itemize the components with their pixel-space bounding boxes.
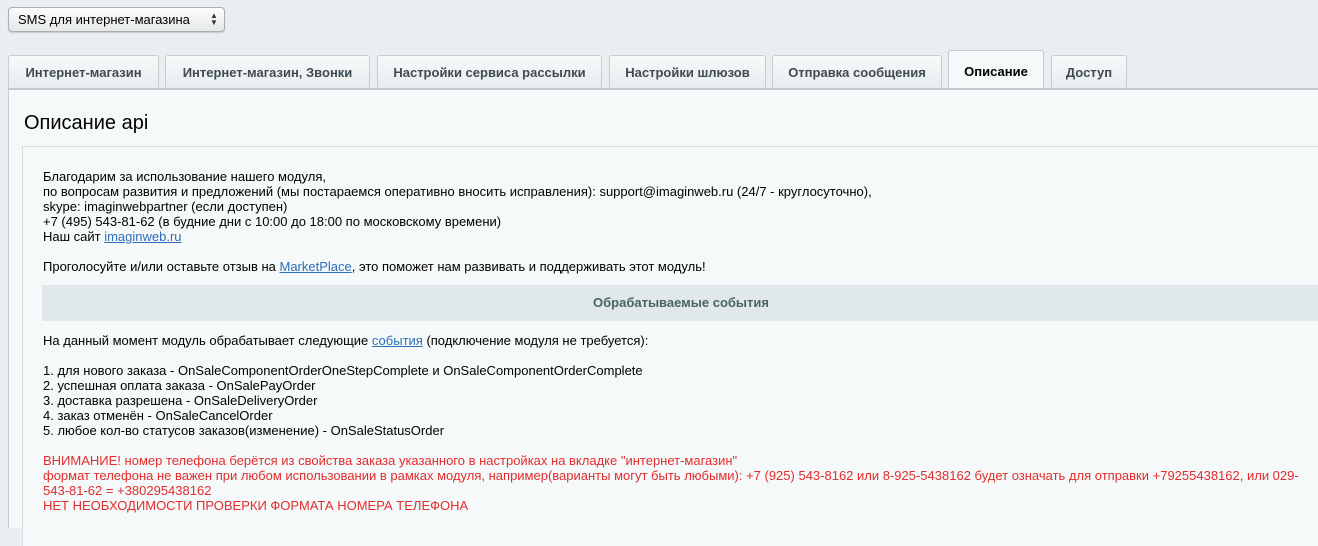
- event-item: 1. для нового заказа - OnSaleComponentOr…: [43, 363, 643, 378]
- intro-line-4: +7 (495) 543-81-62 (в будние дни с 10:00…: [43, 214, 502, 229]
- tab-access[interactable]: Доступ: [1051, 55, 1127, 88]
- event-item: 4. заказ отменён - OnSaleCancelOrder: [43, 408, 273, 423]
- module-select[interactable]: SMS для интернет-магазина ▲ ▼: [8, 7, 225, 32]
- events-link[interactable]: события: [372, 333, 423, 348]
- panel-title: Описание api: [24, 112, 149, 134]
- events-intro-prefix: На данный момент модуль обрабатывает сле…: [43, 333, 372, 348]
- site-link[interactable]: imaginweb.ru: [104, 229, 181, 244]
- event-item: 5. любое кол-во статусов заказов(изменен…: [43, 423, 445, 438]
- warning-line-3: 543-81-62 = +380295438162: [43, 483, 212, 498]
- marketplace-link[interactable]: MarketPlace: [280, 259, 352, 274]
- vote-suffix: , это поможет нам развивать и поддержива…: [351, 259, 706, 274]
- intro-line-2: по вопросам развития и предложений (мы п…: [43, 184, 872, 199]
- tab-internet-shop-calls[interactable]: Интернет-магазин, Звонки: [165, 55, 370, 88]
- events-intro-suffix: (подключение модуля не требуется):: [422, 333, 649, 348]
- tab-description[interactable]: Описание: [948, 50, 1044, 88]
- vote-line: Проголосуйте и/или оставьте отзыв на Mar…: [43, 259, 706, 274]
- warning-line-2: формат телефона не важен при любом испол…: [43, 468, 1299, 483]
- event-item: 3. доставка разрешена - OnSaleDeliveryOr…: [43, 393, 318, 408]
- events-intro-line: На данный момент модуль обрабатывает сле…: [43, 333, 648, 348]
- warning-line-1: ВНИМАНИЕ! номер телефона берётся из свой…: [43, 453, 738, 468]
- intro-line-1: Благодарим за использование нашего модул…: [43, 169, 326, 184]
- tab-mailing-service-settings[interactable]: Настройки сервиса рассылки: [377, 55, 602, 88]
- description-panel: Описание api Благодарим за использование…: [8, 88, 1318, 546]
- vote-prefix: Проголосуйте и/или оставьте отзыв на: [43, 259, 280, 274]
- description-content: Благодарим за использование нашего модул…: [22, 146, 1318, 546]
- events-section-header: Обрабатываемые события: [42, 285, 1318, 321]
- tab-internet-shop[interactable]: Интернет-магазин: [8, 55, 159, 88]
- select-arrows-icon: ▲ ▼: [210, 11, 218, 27]
- event-item: 2. успешная оплата заказа - OnSalePayOrd…: [43, 378, 316, 393]
- site-label: Наш сайт: [43, 229, 105, 244]
- tab-gateway-settings[interactable]: Настройки шлюзов: [609, 55, 766, 88]
- intro-site-line: Наш сайт imaginweb.ru: [43, 229, 182, 244]
- warning-line-4: НЕТ НЕОБХОДИМОСТИ ПРОВЕРКИ ФОРМАТА НОМЕР…: [43, 498, 469, 513]
- intro-line-3: skype: imaginwebpartner (если доступен): [43, 199, 288, 214]
- tab-send-message[interactable]: Отправка сообщения: [772, 55, 942, 88]
- module-select-value: SMS для интернет-магазина: [18, 12, 190, 27]
